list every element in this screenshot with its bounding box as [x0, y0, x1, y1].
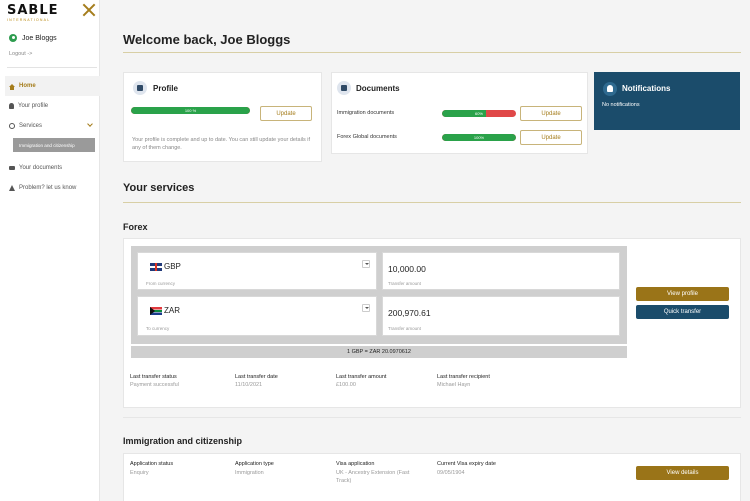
stat-label: Visa application	[336, 461, 375, 467]
doc-progress-label: 60%	[474, 111, 483, 116]
logo[interactable]: SABLE INTERNATIONAL	[7, 3, 59, 23]
profile-card: Profile 100 % Update Your profile is com…	[123, 72, 322, 162]
globe-icon	[9, 123, 15, 129]
documents-icon	[337, 81, 351, 95]
chevron-down-icon[interactable]	[362, 304, 370, 312]
stat-value: £100.00	[336, 382, 356, 388]
uk-flag-icon	[150, 263, 162, 271]
to-amount-field[interactable]: 200,970.61 Transfer amount	[382, 296, 620, 336]
folder-icon	[9, 166, 15, 170]
notifications-card: Notifications No notifications	[594, 72, 740, 130]
user-info: Joe Bloggs	[9, 34, 57, 42]
sidebar-divider	[7, 67, 97, 68]
to-currency-label: To currency	[146, 326, 170, 331]
doc-row-label: Forex Global documents	[337, 134, 397, 140]
view-details-button[interactable]: View details	[636, 466, 729, 480]
stat-label: Last transfer date	[235, 374, 278, 380]
stat-value: Immigration	[235, 470, 264, 476]
stat-label: Last transfer recipient	[437, 374, 490, 380]
logo-wordmark: SABLE	[7, 3, 59, 18]
forex-docs-update-button[interactable]: Update	[520, 130, 582, 145]
sidebar: SABLE INTERNATIONAL Joe Bloggs Logout ->…	[0, 0, 100, 501]
stat-value: Michael Hayn	[437, 382, 471, 388]
stat-value: 09/05/1904	[437, 470, 465, 476]
user-name: Joe Bloggs	[22, 34, 57, 42]
sidebar-item-label: Your documents	[19, 165, 63, 171]
profile-message: Your profile is complete and up to date.…	[132, 137, 311, 151]
notifications-message: No notifications	[602, 102, 640, 108]
to-amount-value: 200,970.61	[388, 308, 431, 318]
home-icon	[9, 83, 15, 90]
sidebar-subitem-immigration[interactable]: Immigration and citizenship	[13, 138, 95, 152]
close-menu-icon[interactable]	[82, 3, 96, 17]
immigration-docs-update-button[interactable]: Update	[520, 106, 582, 121]
sidebar-item-label: Problem? let us know	[19, 185, 77, 191]
doc-row-label: Immigration documents	[337, 110, 395, 116]
sidebar-item-label: Home	[19, 83, 36, 89]
logo-subtitle: INTERNATIONAL	[7, 18, 51, 22]
stat-label: Current Visa expiry date	[437, 461, 496, 467]
immigration-heading: Immigration and citizenship	[123, 436, 243, 446]
profile-update-button[interactable]: Update	[260, 106, 312, 121]
from-amount-value: 10,000.00	[388, 264, 426, 274]
doc-progress-bar: 100%	[442, 134, 516, 141]
from-amount-field[interactable]: 10,000.00 Transfer amount	[382, 252, 620, 290]
user-avatar-icon	[9, 34, 17, 42]
stat-label: Application type	[235, 461, 274, 467]
stat-label: Application status	[130, 461, 174, 467]
sidebar-item-problem[interactable]: Problem? let us know	[5, 178, 100, 198]
to-currency-select[interactable]: ZAR To currency	[137, 296, 377, 336]
logout-link[interactable]: Logout ->	[9, 51, 32, 57]
sidebar-item-profile[interactable]: Your profile	[5, 96, 100, 116]
forex-heading: Forex	[123, 222, 148, 232]
doc-progress-bar: 60%	[442, 110, 516, 117]
from-currency-label: From currency	[146, 281, 176, 286]
stat-value: 11/10/2021	[235, 382, 263, 388]
profile-icon	[133, 81, 147, 95]
stat-value: Enquiry	[130, 470, 149, 476]
sidebar-item-label: Services	[19, 123, 43, 129]
sidebar-item-documents[interactable]: Your documents	[5, 158, 100, 178]
stat-label: Last transfer status	[130, 374, 177, 380]
bell-icon	[603, 82, 617, 96]
quick-transfer-button[interactable]: Quick transfer	[636, 305, 729, 319]
documents-title: Documents	[356, 84, 400, 93]
from-amount-label: Transfer amount	[388, 281, 421, 286]
from-currency-select[interactable]: GBP From currency	[137, 252, 377, 290]
page-title: Welcome back, Joe Bloggs	[123, 32, 291, 47]
forex-converter-panel: GBP From currency 10,000.00 Transfer amo…	[131, 246, 627, 344]
to-amount-label: Transfer amount	[388, 326, 421, 331]
profile-progress-label: 100 %	[184, 108, 197, 113]
to-currency-code: ZAR	[164, 306, 180, 315]
stat-value: Payment successful	[130, 382, 179, 388]
title-divider	[123, 52, 741, 53]
main-content: Welcome back, Joe Bloggs Profile 100 % U…	[100, 0, 750, 501]
notifications-title: Notifications	[622, 84, 671, 93]
profile-title: Profile	[153, 84, 178, 93]
sidebar-nav: Home Your profile Services Immigration a…	[5, 76, 100, 198]
south-africa-flag-icon	[150, 307, 162, 315]
section-divider	[123, 417, 741, 418]
documents-card: Documents Immigration documents 60% Upda…	[331, 72, 588, 154]
stat-value: UK - Ancestry Extension (Fast Track)	[336, 470, 410, 484]
from-currency-code: GBP	[164, 262, 181, 271]
exchange-rate-bar: 1 GBP = ZAR 20.0970612	[131, 346, 627, 358]
profile-progress-bar: 100 %	[131, 107, 250, 114]
doc-progress-label: 100%	[473, 135, 485, 140]
sidebar-item-label: Your profile	[18, 103, 49, 109]
chevron-down-icon	[87, 121, 93, 127]
view-profile-button[interactable]: View profile	[636, 287, 729, 301]
services-divider	[123, 202, 741, 203]
services-heading: Your services	[123, 182, 195, 194]
chevron-down-icon[interactable]	[362, 260, 370, 268]
sidebar-item-services[interactable]: Services	[5, 116, 100, 136]
person-icon	[9, 103, 14, 109]
stat-label: Last transfer amount	[336, 374, 387, 380]
warning-icon	[9, 185, 15, 191]
sidebar-item-home[interactable]: Home	[5, 76, 100, 96]
